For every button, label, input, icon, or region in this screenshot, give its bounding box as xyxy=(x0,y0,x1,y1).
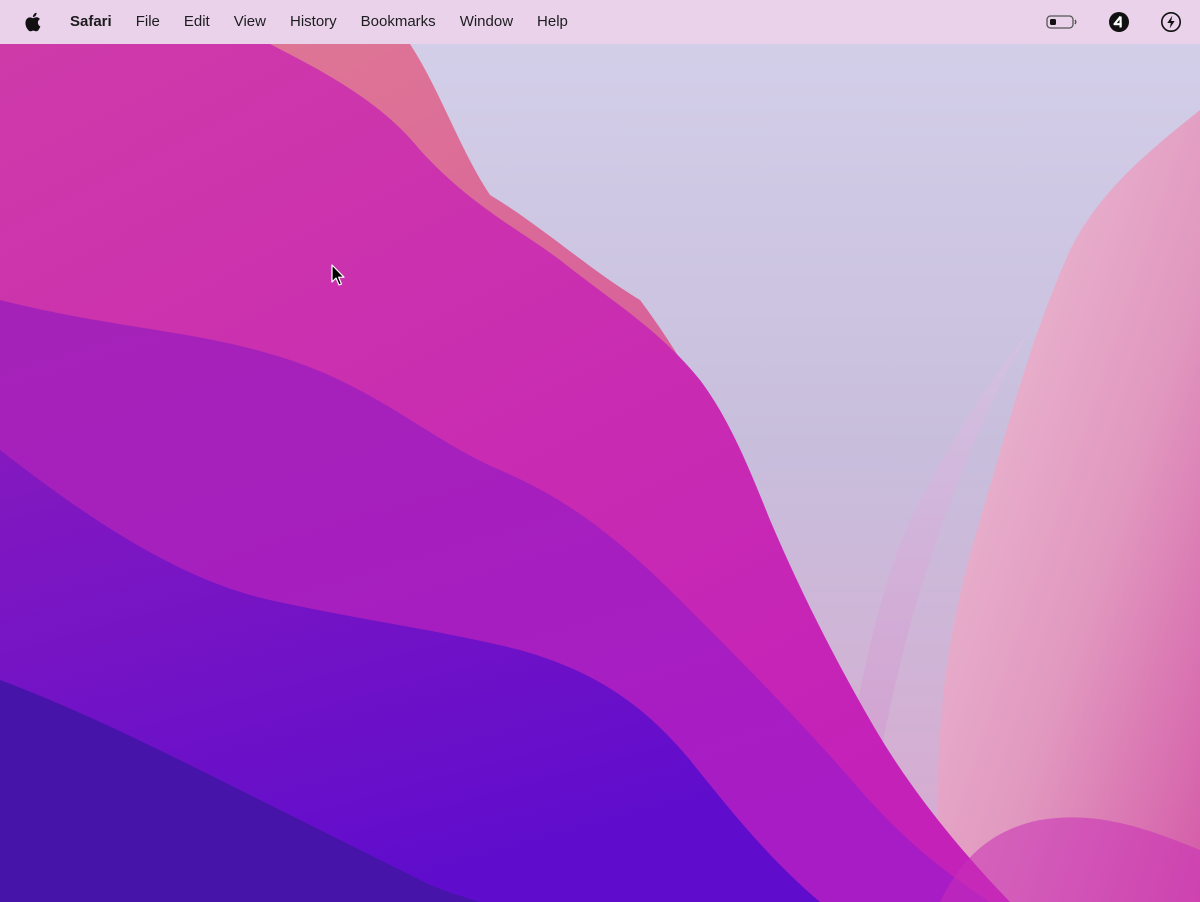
menu-window[interactable]: Window xyxy=(448,0,525,44)
circled-4-icon[interactable] xyxy=(1108,11,1130,33)
menu-view[interactable]: View xyxy=(222,0,278,44)
status-area xyxy=(1046,0,1200,44)
menu-bar: Safari File Edit View History Bookmarks … xyxy=(0,0,1200,44)
menu-app-name[interactable]: Safari xyxy=(56,0,124,44)
menu-bookmarks[interactable]: Bookmarks xyxy=(349,0,448,44)
menu-help[interactable]: Help xyxy=(525,0,580,44)
apple-menu-icon[interactable] xyxy=(22,11,42,33)
menu-edit[interactable]: Edit xyxy=(172,0,222,44)
menu-file[interactable]: File xyxy=(124,0,172,44)
lightning-bolt-icon[interactable] xyxy=(1160,11,1182,33)
menu-history[interactable]: History xyxy=(278,0,349,44)
battery-low-icon[interactable] xyxy=(1046,14,1078,30)
pointer-cursor-icon xyxy=(331,264,345,286)
desktop-wallpaper xyxy=(0,0,1200,902)
desktop: Safari File Edit View History Bookmarks … xyxy=(0,0,1200,902)
